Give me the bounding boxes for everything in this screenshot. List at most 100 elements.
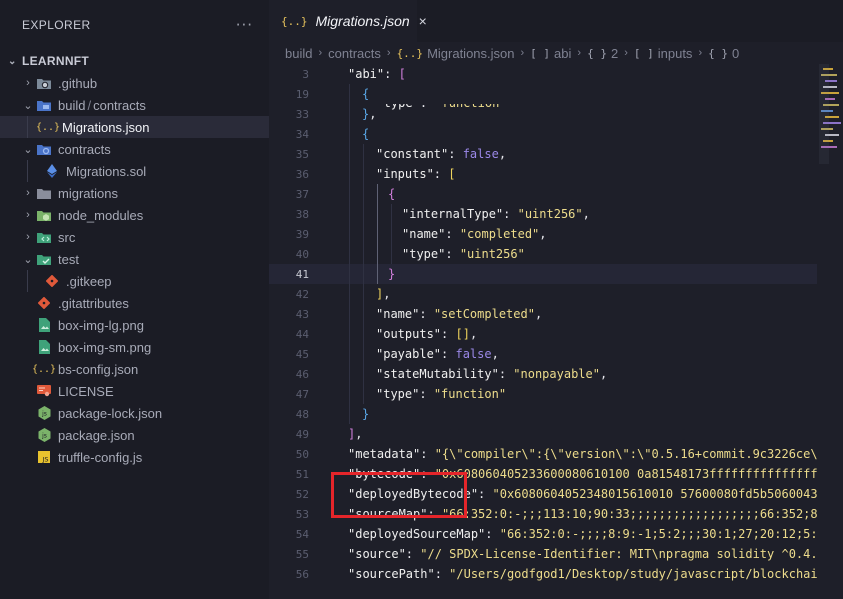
json-file-icon: {..}: [31, 363, 57, 375]
code-line: 43 "name": "setCompleted",: [269, 304, 843, 324]
tree-item-label: Migrations.json: [62, 119, 150, 135]
tree-item-label: box-img-sm.png: [58, 339, 152, 355]
javascript-file-icon: JS: [36, 450, 52, 464]
tree-item-src[interactable]: › src: [0, 226, 269, 248]
chevron-right-icon: ›: [26, 187, 30, 199]
chevron-down-icon: ⌄: [23, 99, 33, 112]
tree-item-label: LICENSE: [58, 383, 114, 399]
chevron-down-icon: ⌄: [23, 143, 33, 156]
tree-item-label: build / contracts: [58, 97, 146, 113]
tree-item-label: src: [58, 229, 76, 245]
object-icon: { }: [708, 46, 728, 60]
code-line: 45 "payable": false,: [269, 344, 843, 364]
code-line: 47 "type": "function": [269, 384, 843, 404]
tree-item-test[interactable]: ⌄ test: [0, 248, 269, 270]
tree-item-migrations-sol[interactable]: Migrations.sol: [0, 160, 269, 182]
tree-item-label: truffle-config.js: [58, 449, 143, 465]
code-editor[interactable]: 3 "abi": [ 19 { 33 "type": "function" },…: [269, 64, 843, 599]
code-line: 42 ],: [269, 284, 843, 304]
code-line: 56 "sourcePath": "/Users/godfgod1/Deskto…: [295, 567, 843, 581]
tree-item-label: package.json: [58, 427, 135, 443]
tree-item-build[interactable]: ⌄ build / contracts: [0, 94, 269, 116]
node-folder-icon: [36, 208, 52, 222]
tree-item-migrations[interactable]: › migrations: [0, 182, 269, 204]
close-icon[interactable]: ×: [419, 13, 427, 29]
tree-item-truffle-config[interactable]: JS truffle-config.js: [0, 446, 269, 468]
code-line: 37 {: [269, 184, 843, 204]
tree-item-github[interactable]: › .github: [0, 72, 269, 94]
breadcrumb: build › contracts › {..} Migrations.json…: [269, 42, 843, 64]
project-root[interactable]: ⌄ LEARNNFT: [0, 50, 269, 72]
project-name: LEARNNFT: [22, 54, 90, 68]
chevron-right-icon: ›: [26, 209, 30, 221]
tree-item-gitattributes[interactable]: .gitattributes: [0, 292, 269, 314]
code-line: 40 "type": "uint256": [269, 244, 843, 264]
tree-item-node-modules[interactable]: › node_modules: [0, 204, 269, 226]
chevron-down-icon: ⌄: [23, 253, 33, 266]
chevron-right-icon: ›: [26, 77, 30, 89]
tree-item-label: .gitattributes: [58, 295, 129, 311]
json-file-icon: {..}: [281, 14, 308, 28]
image-file-icon: [36, 340, 52, 354]
build-folder-icon: [36, 98, 52, 112]
tree-item-label: bs-config.json: [58, 361, 139, 377]
code-line: 55 "source": "// SPDX-License-Identifier…: [295, 547, 843, 561]
tree-item-gitkeep[interactable]: .gitkeep: [0, 270, 269, 292]
tree-item-box-img-lg[interactable]: box-img-lg.png: [0, 314, 269, 336]
explorer-title: EXPLORER: [22, 18, 91, 32]
tree-item-migrations-json[interactable]: {..} Migrations.json: [0, 116, 269, 138]
git-icon: [44, 274, 60, 288]
ethereum-icon: [44, 164, 60, 178]
breadcrumb-item[interactable]: abi: [554, 46, 571, 61]
code-line: 44 "outputs": [],: [269, 324, 843, 344]
tab-label: Migrations.json: [315, 13, 410, 29]
code-line-current: 41 }: [269, 264, 843, 284]
chevron-right-icon: ›: [520, 47, 525, 59]
tree-item-bs-config[interactable]: {..} bs-config.json: [0, 358, 269, 380]
npm-icon: js: [36, 406, 52, 420]
explorer-header: EXPLORER ···: [0, 0, 269, 50]
array-icon: [ ]: [633, 46, 654, 60]
code-line: 34 {: [269, 124, 843, 144]
tree-item-package-lock[interactable]: js package-lock.json: [0, 402, 269, 424]
tree-item-package-json[interactable]: js package.json: [0, 424, 269, 446]
folder-icon: [36, 186, 52, 200]
tree-item-label: contracts: [58, 141, 111, 157]
object-icon: { }: [587, 46, 607, 60]
explorer-sidebar: EXPLORER ··· ⌄ LEARNNFT › .github ⌄ buil…: [0, 0, 269, 599]
test-folder-icon: [36, 252, 52, 266]
breadcrumb-item[interactable]: 2: [611, 46, 618, 61]
tree-item-label: migrations: [58, 185, 118, 201]
tree-item-label: test: [58, 251, 79, 267]
git-icon: [36, 296, 52, 310]
breadcrumb-item[interactable]: contracts: [328, 46, 381, 61]
tree-item-license[interactable]: LICENSE: [0, 380, 269, 402]
npm-icon: js: [36, 428, 52, 442]
breadcrumb-item[interactable]: build: [285, 46, 312, 61]
chevron-right-icon: ›: [26, 231, 30, 243]
tree-item-box-img-sm[interactable]: box-img-sm.png: [0, 336, 269, 358]
highlight-box: [331, 472, 467, 518]
json-file-icon: {..}: [35, 121, 61, 133]
contracts-folder-icon: [36, 142, 52, 156]
more-actions-icon[interactable]: ···: [236, 16, 253, 34]
code-line: 46 "stateMutability": "nonpayable",: [269, 364, 843, 384]
tree-item-label: .github: [58, 75, 98, 91]
code-line: 35 "constant": false,: [269, 144, 843, 164]
code-line: 48 }: [269, 404, 843, 424]
code-line: 39 "name": "completed",: [269, 224, 843, 244]
github-folder-icon: [36, 76, 52, 90]
scrollbar-thumb[interactable]: [819, 64, 829, 164]
breadcrumb-item[interactable]: inputs: [658, 46, 693, 61]
svg-text:js: js: [41, 433, 47, 440]
chevron-right-icon: ›: [577, 47, 582, 59]
json-file-icon: {..}: [396, 46, 424, 60]
tree-item-label: .gitkeep: [66, 273, 112, 289]
tree-item-contracts[interactable]: ⌄ contracts: [0, 138, 269, 160]
breadcrumb-item[interactable]: Migrations.json: [427, 46, 514, 61]
breadcrumb-item[interactable]: 0: [732, 46, 739, 61]
code-line: 19 {: [269, 84, 843, 104]
tab-migrations-json[interactable]: {..} Migrations.json ×: [269, 0, 427, 42]
chevron-right-icon: ›: [698, 47, 703, 59]
code-line: 54 "deployedSourceMap": "66:352:0:-;;;;8…: [295, 527, 843, 541]
